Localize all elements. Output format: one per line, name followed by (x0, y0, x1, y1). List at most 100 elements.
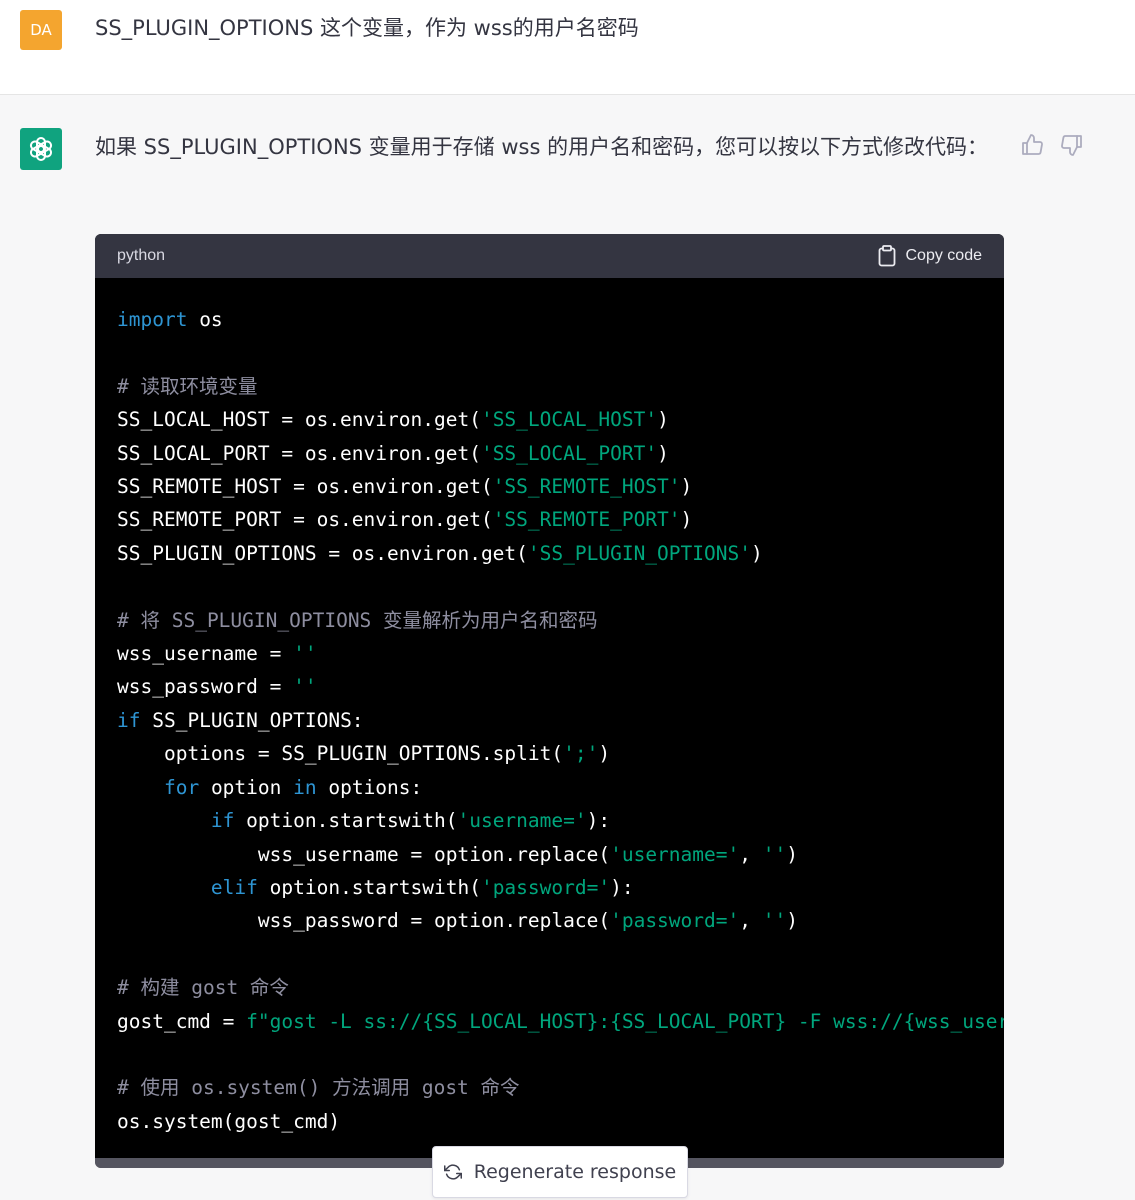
code-line: gost_cmd = f"gost -L ss://{SS_LOCAL_HOST… (117, 1005, 1004, 1038)
code-line: wss_password = option.replace('password=… (117, 904, 982, 937)
code-token: 'password=' (610, 909, 740, 933)
code-token: wss_password = option.replace( (117, 909, 611, 933)
code-token: '' (762, 842, 787, 866)
openai-logo-icon (29, 137, 53, 161)
refresh-icon (443, 1164, 462, 1180)
code-token: if (210, 809, 235, 833)
code-token: options: (316, 775, 423, 799)
code-token: wss_password = (117, 675, 294, 699)
code-token: for (163, 775, 200, 799)
code-token: , (739, 909, 763, 933)
code-token: ) (680, 508, 693, 532)
code-token: option.startswith( (257, 875, 481, 899)
user-avatar: DA (20, 10, 62, 50)
code-token: 'username=' (457, 809, 587, 833)
code-token: 'SS_REMOTE_HOST' (492, 475, 681, 499)
code-token: '' (293, 675, 317, 699)
code-token: 'SS_PLUGIN_OPTIONS' (527, 541, 751, 565)
code-token: ): (610, 875, 634, 899)
user-message-row: DA SS_PLUGIN_OPTIONS 这个变量，作为 wss的用户名密码 (0, 0, 1135, 95)
code-token: option.startswith( (234, 809, 458, 833)
code-token: ) (786, 842, 798, 866)
code-block: python Copy code import os # 读取环境变量 SS_LO… (95, 234, 1004, 1168)
code-line: os.system(gost_cmd) (117, 1105, 982, 1138)
code-token: in (293, 775, 317, 799)
code-line: for option in options: (117, 771, 982, 804)
user-message-text: SS_PLUGIN_OPTIONS 这个变量，作为 wss的用户名密码 (95, 16, 639, 40)
code-token: f"gost -L ss://{SS_LOCAL_HOST}:{SS_LOCAL… (246, 1009, 1004, 1033)
code-line: wss_username = option.replace('username=… (117, 838, 982, 871)
code-token: # 将 SS_PLUGIN_OPTIONS 变量解析为用户名和密码 (117, 608, 598, 632)
code-line: # 使用 os.system() 方法调用 gost 命令 (117, 1071, 982, 1104)
code-token: SS_LOCAL_HOST = os.environ.get( (117, 408, 481, 432)
code-token: wss_username = option.replace( (117, 842, 611, 866)
code-token: SS_PLUGIN_OPTIONS: (140, 708, 364, 732)
copy-code-label: Copy code (905, 247, 983, 264)
code-token: os (187, 308, 223, 331)
code-token: option (199, 775, 294, 799)
code-token: options = SS_PLUGIN_OPTIONS.split( (117, 742, 564, 766)
code-line: import os (117, 303, 982, 336)
code-line: wss_username = '' (117, 637, 982, 670)
code-token: ';' (563, 742, 599, 766)
code-token: # 构建 gost 命令 (117, 976, 289, 1000)
code-line: SS_LOCAL_HOST = os.environ.get('SS_LOCAL… (117, 403, 982, 436)
code-token: if (117, 708, 141, 732)
regenerate-response-label: Regenerate response (473, 1161, 677, 1183)
code-token: wss_username = (117, 642, 294, 666)
code-token: 'password=' (480, 875, 611, 899)
code-token: 'SS_REMOTE_PORT' (492, 508, 681, 532)
code-token: , (739, 842, 763, 866)
code-header: python Copy code (95, 234, 1004, 278)
code-line: elif option.startswith('password='): (117, 871, 982, 904)
code-line: SS_LOCAL_PORT = os.environ.get('SS_LOCAL… (117, 437, 982, 470)
code-token: import (117, 308, 188, 331)
code-line: # 构建 gost 命令 (117, 971, 982, 1004)
code-line: wss_password = '' (117, 670, 982, 703)
code-line: SS_REMOTE_PORT = os.environ.get('SS_REMO… (117, 503, 982, 536)
code-token: # 读取环境变量 (117, 374, 258, 398)
regenerate-response-button[interactable]: Regenerate response (432, 1146, 688, 1198)
code-token: '' (293, 642, 317, 666)
code-token: SS_PLUGIN_OPTIONS = os.environ.get( (117, 541, 528, 565)
thumb-up-icon[interactable] (1020, 133, 1044, 157)
copy-code-button[interactable]: Copy code (878, 245, 983, 267)
code-line: options = SS_PLUGIN_OPTIONS.split(';') (117, 737, 982, 770)
code-line: SS_REMOTE_HOST = os.environ.get('SS_REMO… (117, 470, 982, 503)
code-token: # 使用 os.system() 方法调用 gost 命令 (117, 1076, 520, 1100)
code-token: 'SS_LOCAL_HOST' (480, 408, 658, 432)
code-line: # 将 SS_PLUGIN_OPTIONS 变量解析为用户名和密码 (117, 604, 982, 637)
code-token: ) (657, 441, 669, 465)
code-token: '' (762, 909, 787, 933)
code-token: SS_LOCAL_PORT = os.environ.get( (117, 441, 481, 465)
code-token: os.system(gost_cmd) (117, 1109, 341, 1133)
assistant-message-text: 如果 SS_PLUGIN_OPTIONS 变量用于存储 wss 的用户名和密码，… (95, 135, 989, 159)
code-token: SS_REMOTE_HOST = os.environ.get( (117, 475, 493, 499)
code-content: import os # 读取环境变量 SS_LOCAL_HOST = os.env… (95, 278, 1004, 1138)
code-line: if option.startswith('username='): (117, 804, 982, 837)
thumb-down-icon[interactable] (1060, 133, 1084, 157)
code-token: 'username=' (610, 842, 740, 866)
code-token: ): (586, 809, 611, 833)
code-token: elif (210, 875, 258, 899)
code-line: SS_PLUGIN_OPTIONS = os.environ.get('SS_P… (117, 537, 982, 570)
code-token: ) (598, 742, 611, 766)
code-token: ) (680, 475, 693, 499)
assistant-avatar (20, 128, 62, 170)
clipboard-icon (878, 245, 895, 267)
code-token: ) (750, 541, 763, 565)
code-line: if SS_PLUGIN_OPTIONS: (117, 704, 982, 737)
code-token: ) (657, 408, 669, 432)
code-line: # 读取环境变量 (117, 370, 982, 403)
code-token: ) (786, 909, 798, 933)
code-token: gost_cmd = (117, 1009, 247, 1033)
code-language-label: python (117, 247, 166, 264)
code-token: SS_REMOTE_PORT = os.environ.get( (117, 508, 493, 532)
